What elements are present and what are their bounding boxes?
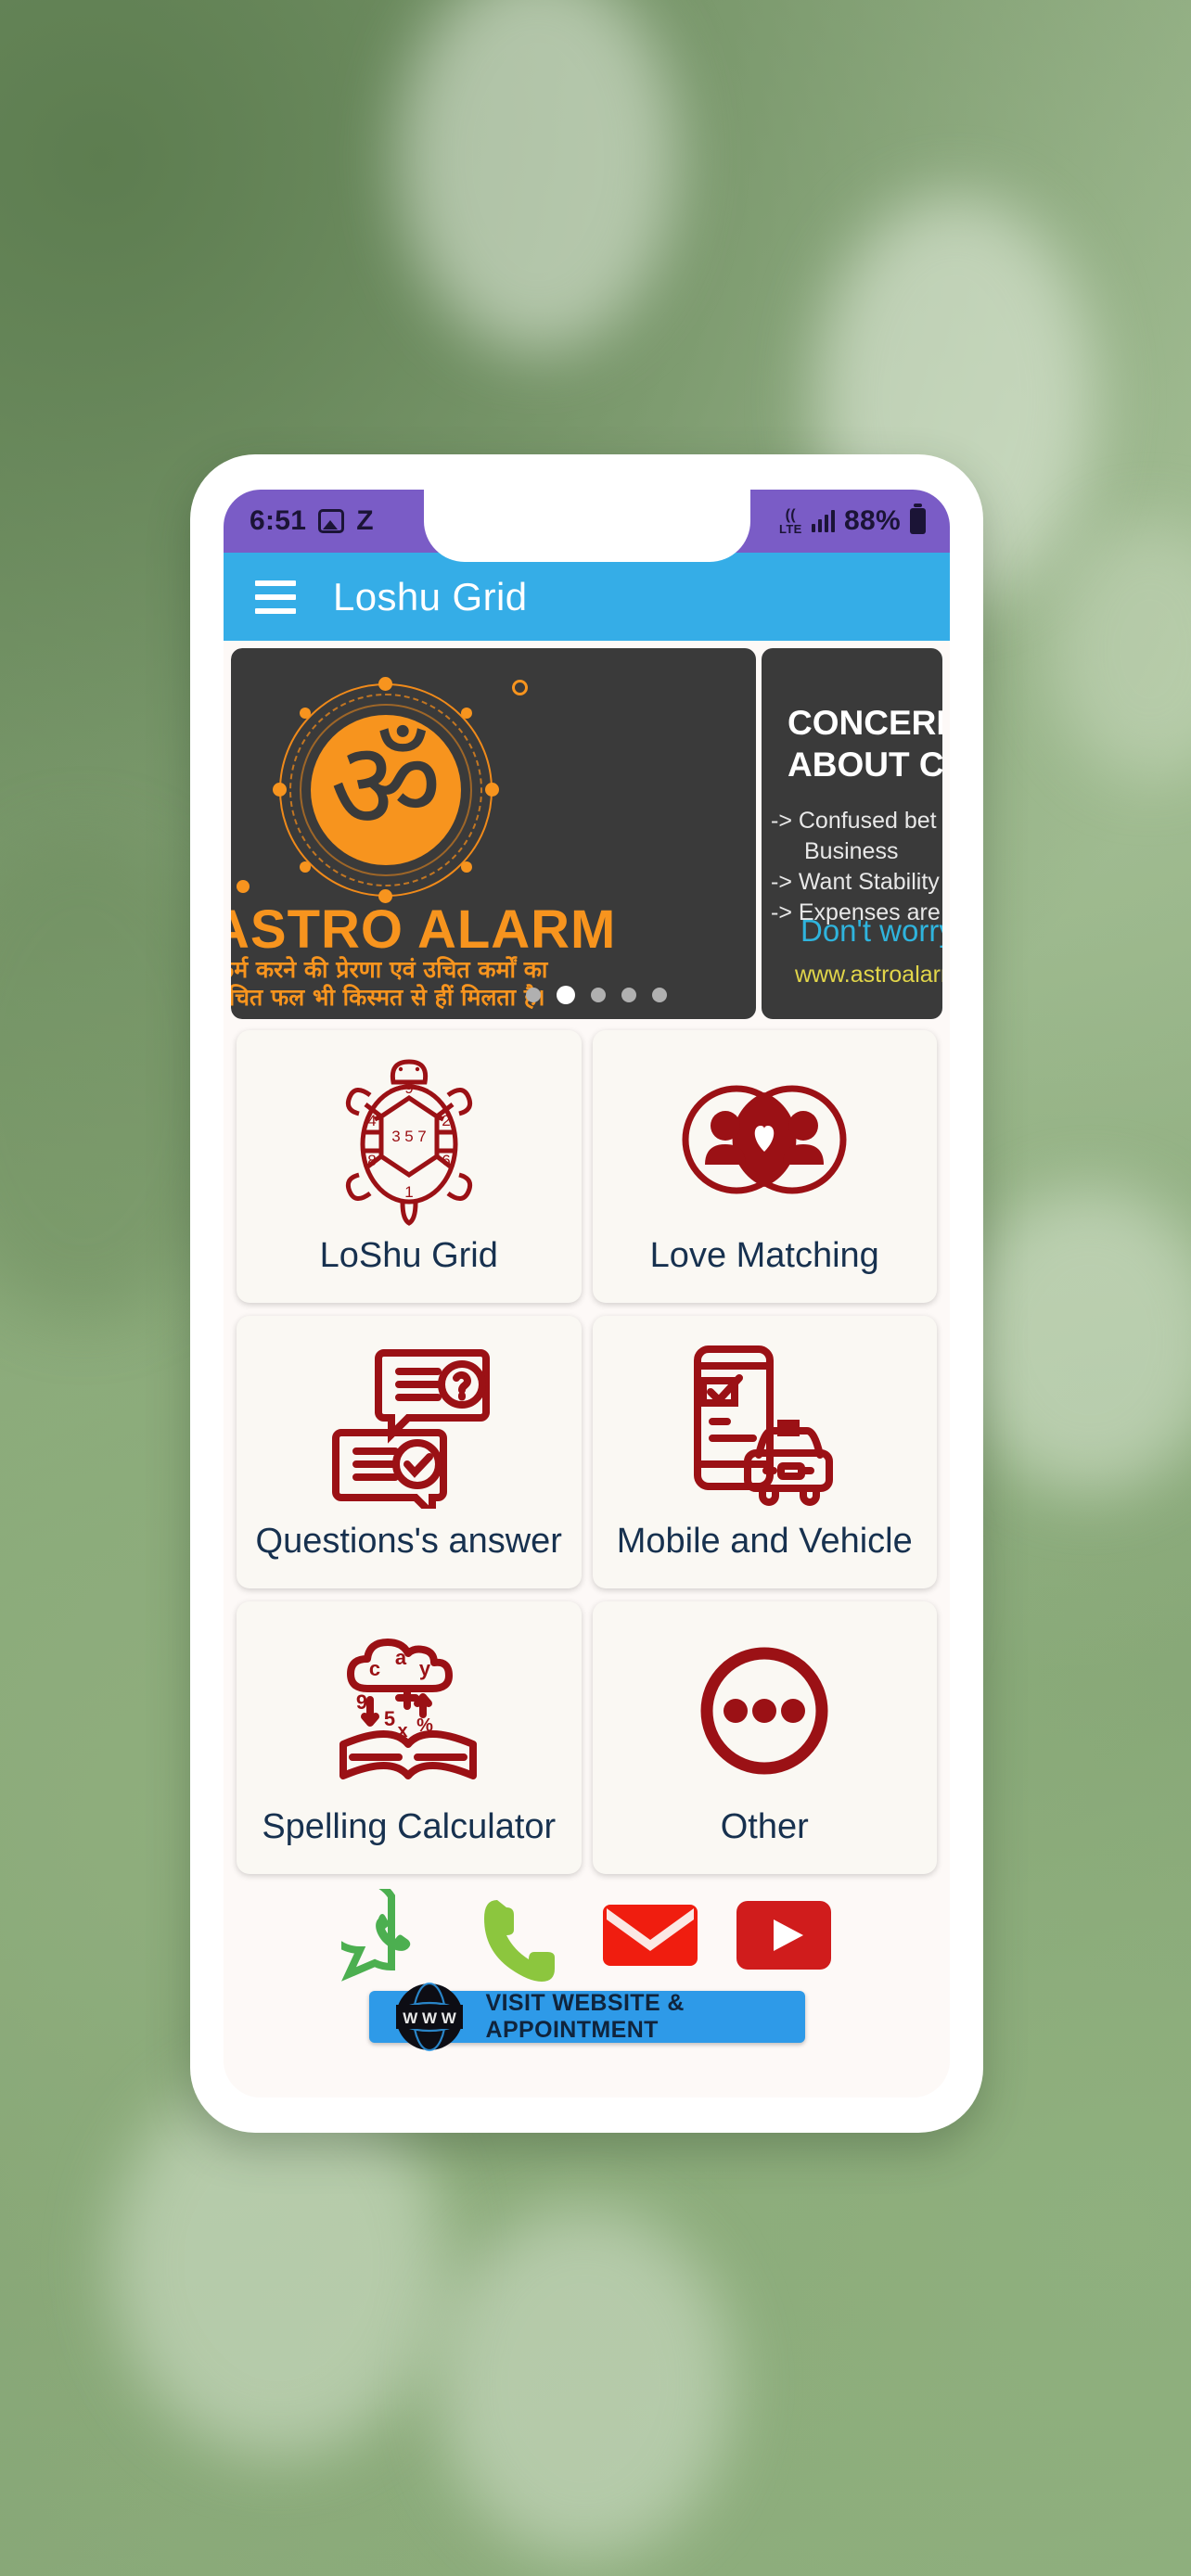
visit-website-button[interactable]: W W W VISIT WEBSITE & APPOINTMENT [368, 1982, 805, 2052]
whatsapp-icon[interactable] [340, 1889, 442, 1982]
svg-text:1: 1 [404, 1183, 413, 1201]
small-dot-decor [237, 880, 250, 893]
svg-text:3: 3 [391, 1128, 400, 1145]
youtube-icon[interactable] [735, 1899, 833, 1971]
svg-text:5: 5 [404, 1128, 413, 1145]
carousel-slide-1[interactable]: ॐ ASTRO ALARM कर्म करने की प्रेरणा एवं उ… [231, 648, 756, 1019]
carousel-dot[interactable] [526, 988, 541, 1002]
feature-card-loshu-grid[interactable]: 9 4 2 3 5 7 8 6 1 LoShu Grid [237, 1030, 582, 1303]
svg-text:c: c [369, 1657, 380, 1680]
status-bar-left: 6:51 Z [224, 505, 374, 537]
svg-text:y: y [419, 1657, 431, 1680]
feature-grid: 9 4 2 3 5 7 8 6 1 LoShu Grid Love Matchi… [224, 1019, 950, 1874]
lte-icon: (( LTE [779, 506, 802, 536]
status-bar-right: (( LTE 88% [779, 504, 950, 537]
feature-label: Mobile and Vehicle [616, 1522, 913, 1561]
svg-text:2: 2 [442, 1112, 450, 1129]
display-notch [423, 490, 750, 562]
turtle-loshu-grid-icon: 9 4 2 3 5 7 8 6 1 [339, 1041, 479, 1238]
www-text: W W W [403, 2009, 457, 2027]
feature-card-questions-answer[interactable]: Questions's answer [237, 1316, 582, 1588]
carousel-dot[interactable] [591, 988, 606, 1002]
lte-label: LTE [779, 521, 802, 536]
feature-label: Other [720, 1807, 809, 1846]
love-matching-venn-icon [672, 1041, 857, 1238]
svg-text:9: 9 [404, 1079, 413, 1097]
feature-card-love-matching[interactable]: Love Matching [592, 1030, 937, 1303]
svg-text:5: 5 [384, 1707, 395, 1730]
phone-call-icon[interactable] [477, 1889, 566, 1982]
carousel-dot[interactable] [621, 988, 636, 1002]
slide2-bullets: -> Confused bet Business -> Want Stabili… [771, 808, 942, 925]
page-title: Loshu Grid [333, 574, 528, 618]
carousel-dot-active[interactable] [557, 986, 575, 1004]
battery-icon [910, 504, 926, 534]
phone-and-car-icon [681, 1327, 848, 1524]
z-app-icon: Z [356, 505, 374, 536]
battery-percent: 88% [844, 505, 901, 536]
slide2-reassurance: Don't worry, [800, 913, 942, 948]
svg-text:4: 4 [367, 1112, 376, 1129]
phone-body: 6:51 Z (( LTE 88% Loshu Grid ॐ ASTRO ALA… [190, 454, 983, 2133]
banner-carousel[interactable]: ॐ ASTRO ALARM कर्म करने की प्रेरणा एवं उ… [231, 648, 942, 1019]
signal-bars-icon [811, 510, 836, 532]
carousel-slide-2[interactable]: CONCERNED ABOUT C -> Confused bet Busine… [762, 648, 942, 1019]
brand-title: ASTRO ALARM [231, 899, 617, 960]
status-time: 6:51 [250, 505, 307, 536]
om-glyph: ॐ [329, 714, 442, 858]
feature-card-mobile-vehicle[interactable]: Mobile and Vehicle [592, 1316, 937, 1588]
image-icon [318, 509, 345, 533]
hamburger-menu-icon[interactable] [255, 580, 296, 614]
slide2-title: CONCERNED ABOUT C [788, 704, 942, 784]
status-bar: 6:51 Z (( LTE 88% [224, 490, 950, 562]
om-symbol-icon: ॐ [237, 677, 528, 903]
feature-label: Spelling Calculator [262, 1807, 557, 1846]
svg-text:%: % [416, 1715, 433, 1736]
svg-text:6: 6 [442, 1152, 450, 1169]
lte-wave: (( [785, 506, 796, 523]
cloud-letters-book-icon: c a y 9 5 x % [321, 1613, 497, 1809]
carousel-dot[interactable] [652, 988, 667, 1002]
feature-card-other[interactable]: Other [592, 1601, 937, 1874]
www-globe-icon: W W W [388, 1980, 471, 2054]
feature-card-spelling-calculator[interactable]: c a y 9 5 x % Spelling Calculator [237, 1601, 582, 1874]
phone-mockup: 6:51 Z (( LTE 88% Loshu Grid ॐ ASTRO ALA… [190, 454, 983, 2133]
svg-text:8: 8 [367, 1152, 376, 1169]
main-content: ॐ ASTRO ALARM कर्म करने की प्रेरणा एवं उ… [224, 648, 950, 2098]
svg-text:a: a [395, 1646, 407, 1669]
phone-screen: 6:51 Z (( LTE 88% Loshu Grid ॐ ASTRO ALA… [224, 490, 950, 2098]
slide2-website: www.astroalarm.c [795, 962, 942, 988]
three-dots-circle-icon [695, 1613, 834, 1809]
brand-tagline: कर्म करने की प्रेरणा एवं उचित कर्मों का … [231, 956, 548, 1011]
email-icon[interactable] [601, 1899, 699, 1971]
chat-question-answer-icon [321, 1327, 497, 1524]
carousel-dots[interactable] [526, 986, 667, 1004]
svg-text:9: 9 [356, 1690, 367, 1714]
feature-label: Questions's answer [255, 1522, 562, 1561]
svg-text:7: 7 [417, 1128, 426, 1145]
app-bar: Loshu Grid [224, 553, 950, 641]
svg-text:x: x [397, 1721, 407, 1741]
bokeh-blob [436, 2207, 733, 2559]
visit-website-label: VISIT WEBSITE & APPOINTMENT [485, 1990, 685, 2043]
small-circle-decor [512, 680, 528, 695]
feature-label: LoShu Grid [319, 1236, 498, 1275]
website-button-row: W W W VISIT WEBSITE & APPOINTMENT [224, 1982, 950, 2052]
social-links-row [224, 1874, 950, 1985]
feature-label: Love Matching [649, 1236, 879, 1275]
